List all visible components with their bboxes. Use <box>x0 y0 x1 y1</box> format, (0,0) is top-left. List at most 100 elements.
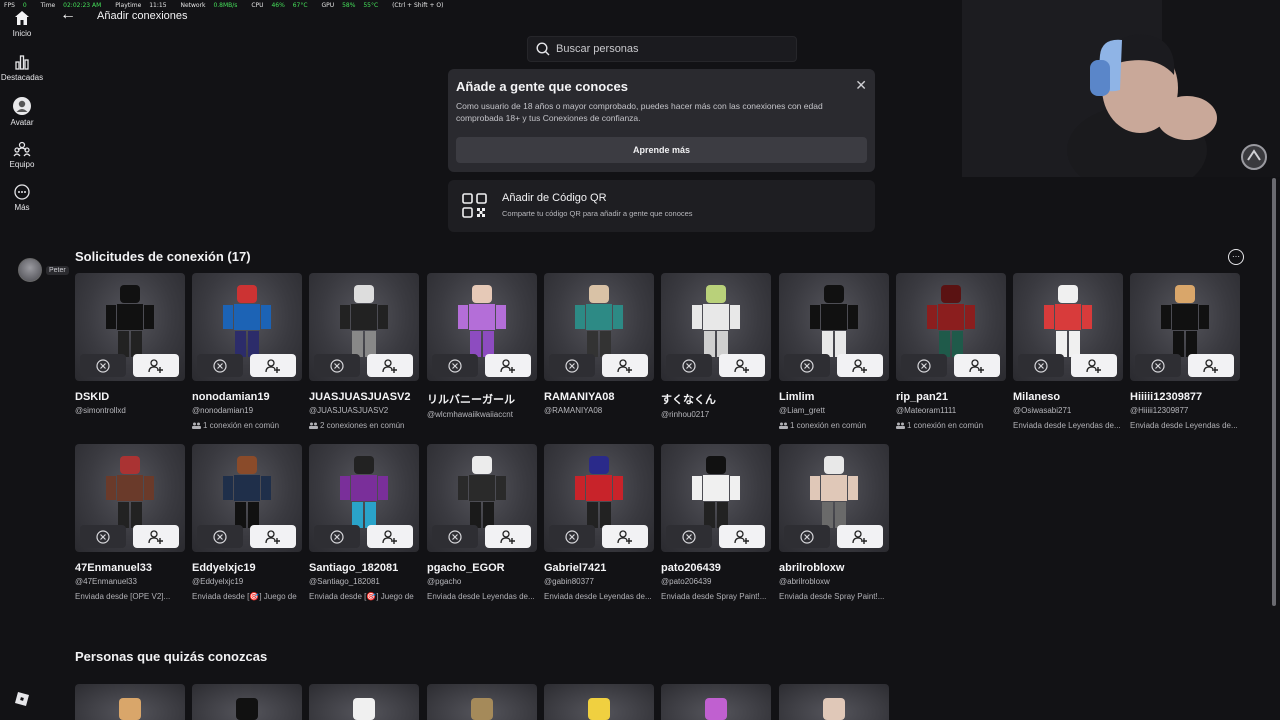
nav-item-team[interactable]: Equipo <box>0 141 44 169</box>
decline-button[interactable] <box>784 354 830 377</box>
request-display-name[interactable]: RAMANIYA08 <box>544 391 655 403</box>
avatar-thumbnail[interactable] <box>192 273 302 381</box>
accept-button[interactable] <box>719 525 765 548</box>
request-display-name[interactable]: リルバニーガール <box>427 391 538 407</box>
avatar-thumbnail[interactable] <box>896 273 1006 381</box>
avatar-thumbnail[interactable] <box>427 273 537 381</box>
accept-button[interactable] <box>250 525 296 548</box>
request-card[interactable]: pato206439 @pato206439 Enviada desde Spray… <box>661 444 772 601</box>
back-arrow-icon[interactable]: ← <box>60 6 76 24</box>
decline-button[interactable] <box>197 354 243 377</box>
accept-button[interactable] <box>485 525 531 548</box>
accept-button[interactable] <box>719 354 765 377</box>
avatar-thumbnail[interactable] <box>779 444 889 552</box>
accept-button[interactable] <box>485 354 531 377</box>
request-display-name[interactable]: nonodamian19 <box>192 391 303 403</box>
decline-button[interactable] <box>549 525 595 548</box>
request-display-name[interactable]: Milaneso <box>1013 391 1124 403</box>
decline-button[interactable] <box>432 525 478 548</box>
request-display-name[interactable]: すくなくん <box>661 391 772 407</box>
request-display-name[interactable]: pgacho_EGOR <box>427 562 538 574</box>
request-display-name[interactable]: JUASJUASJUASV2 <box>309 391 420 403</box>
decline-button[interactable] <box>197 525 243 548</box>
avatar-thumbnail[interactable] <box>75 444 185 552</box>
avatar-thumbnail[interactable] <box>427 444 537 552</box>
accept-button[interactable] <box>602 354 648 377</box>
search-bar[interactable] <box>527 36 797 62</box>
avatar-thumbnail[interactable] <box>779 273 889 381</box>
avatar-thumbnail[interactable] <box>661 444 771 552</box>
suggestion-card[interactable] <box>75 684 185 720</box>
accept-button[interactable] <box>367 354 413 377</box>
request-display-name[interactable]: pato206439 <box>661 562 772 574</box>
nav-item-home[interactable]: Inicio <box>0 10 44 38</box>
accept-button[interactable] <box>250 354 296 377</box>
request-display-name[interactable]: abrilrobloxw <box>779 562 890 574</box>
avatar-thumbnail[interactable] <box>1013 273 1123 381</box>
request-card[interactable]: abrilrobloxw @abrilrobloxw Enviada desde S… <box>779 444 890 601</box>
request-card[interactable]: DSKID @simontrollxd <box>75 273 186 421</box>
request-card[interactable]: すくなくん @rinhou0217 <box>661 273 772 425</box>
suggestion-card[interactable] <box>544 684 654 720</box>
decline-button[interactable] <box>1135 354 1181 377</box>
suggestion-card[interactable] <box>309 684 419 720</box>
more-options-icon[interactable]: ⋯ <box>1228 249 1244 265</box>
suggestion-card[interactable] <box>427 684 537 720</box>
request-display-name[interactable]: 47Enmanuel33 <box>75 562 186 574</box>
decline-button[interactable] <box>549 354 595 377</box>
accept-button[interactable] <box>367 525 413 548</box>
online-friend[interactable]: Peter <box>18 258 69 282</box>
accept-button[interactable] <box>1188 354 1234 377</box>
decline-button[interactable] <box>80 525 126 548</box>
avatar-thumbnail[interactable] <box>192 444 302 552</box>
request-card[interactable]: pgacho_EGOR @pgacho Enviada desde Leyendas… <box>427 444 538 601</box>
request-card[interactable]: Limlim @Liam_grett 1 conexión en común <box>779 273 890 430</box>
decline-button[interactable] <box>314 525 360 548</box>
avatar-thumbnail[interactable] <box>544 444 654 552</box>
decline-button[interactable] <box>901 354 947 377</box>
accept-button[interactable] <box>837 525 883 548</box>
decline-button[interactable] <box>1018 354 1064 377</box>
close-icon[interactable]: ✕ <box>855 77 867 94</box>
suggestion-card[interactable] <box>779 684 889 720</box>
request-card[interactable]: リルバニーガール @wlcmhawaiikwaiiaccnt <box>427 273 538 425</box>
decline-button[interactable] <box>314 354 360 377</box>
request-card[interactable]: rip_pan21 @Mateoram1111 1 conexión en comú… <box>896 273 1007 430</box>
request-display-name[interactable]: Gabriel7421 <box>544 562 655 574</box>
accept-button[interactable] <box>954 354 1000 377</box>
suggestion-card[interactable] <box>192 684 302 720</box>
scrollbar[interactable] <box>1272 178 1276 606</box>
request-card[interactable]: Hiiiii12309877 @Hiiiii12309877 Enviada des… <box>1130 273 1241 430</box>
avatar-thumbnail[interactable] <box>544 273 654 381</box>
request-display-name[interactable]: DSKID <box>75 391 186 403</box>
accept-button[interactable] <box>133 525 179 548</box>
accept-button[interactable] <box>602 525 648 548</box>
request-card[interactable]: nonodamian19 @nonodamian19 1 conexión en c… <box>192 273 303 430</box>
avatar-thumbnail[interactable] <box>75 273 185 381</box>
request-display-name[interactable]: Limlim <box>779 391 890 403</box>
learn-more-button[interactable]: Aprende más <box>456 137 867 163</box>
request-display-name[interactable]: Santiago_182081 <box>309 562 420 574</box>
decline-button[interactable] <box>432 354 478 377</box>
avatar-thumbnail[interactable] <box>661 273 771 381</box>
request-display-name[interactable]: Hiiiii12309877 <box>1130 391 1241 403</box>
decline-button[interactable] <box>784 525 830 548</box>
accept-button[interactable] <box>1071 354 1117 377</box>
accept-button[interactable] <box>837 354 883 377</box>
request-card[interactable]: 47Enmanuel33 @47Enmanuel33 Enviada desde [… <box>75 444 186 601</box>
request-card[interactable]: Eddyelxjc19 @Eddyelxjc19 Enviada desde [🎯]… <box>192 444 303 601</box>
suggestion-card[interactable] <box>661 684 771 720</box>
avatar-thumbnail[interactable] <box>309 444 419 552</box>
request-card[interactable]: Gabriel7421 @gabin80377 Enviada desde Leye… <box>544 444 655 601</box>
avatar-thumbnail[interactable] <box>309 273 419 381</box>
nav-item-avatar[interactable]: Avatar <box>0 97 44 127</box>
decline-button[interactable] <box>666 525 712 548</box>
decline-button[interactable] <box>666 354 712 377</box>
request-card[interactable]: JUASJUASJUASV2 @JUASJUASJUASV2 2 conexione… <box>309 273 420 430</box>
decline-button[interactable] <box>80 354 126 377</box>
request-display-name[interactable]: rip_pan21 <box>896 391 1007 403</box>
roblox-logo-icon[interactable] <box>15 692 29 706</box>
search-input[interactable] <box>554 42 778 56</box>
accept-button[interactable] <box>133 354 179 377</box>
request-card[interactable]: Santiago_182081 @Santiago_182081 Enviada d… <box>309 444 420 601</box>
